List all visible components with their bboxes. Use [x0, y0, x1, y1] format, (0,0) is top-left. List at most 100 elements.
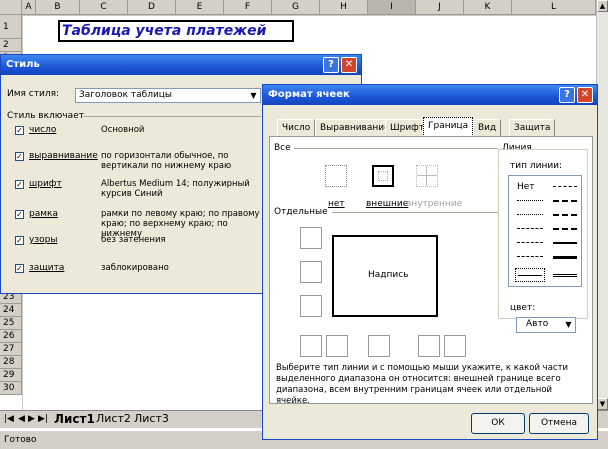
style-dialog-titlebar[interactable]: Стиль — [1, 55, 361, 75]
tab-border[interactable]: Граница — [423, 117, 474, 137]
line-style-option[interactable] — [517, 214, 543, 215]
border-bottom-icon[interactable] — [300, 295, 322, 317]
select-all-corner[interactable] — [0, 0, 22, 15]
preset-none-icon[interactable] — [325, 165, 347, 187]
style-item-label[interactable]: число — [29, 125, 56, 135]
style-item-label[interactable]: защита — [29, 263, 64, 273]
style-item-label[interactable]: выравнивание — [29, 151, 98, 161]
chevron-down-icon[interactable]: ▼ — [247, 89, 260, 102]
all-group-label: Все — [274, 143, 291, 153]
tab-alignment[interactable]: Выравнивание — [315, 119, 395, 136]
column-header-K[interactable]: K — [464, 0, 512, 15]
line-style-option[interactable] — [553, 242, 577, 244]
style-item-label[interactable]: рамка — [29, 209, 58, 219]
ok-button[interactable]: ОК — [471, 413, 525, 434]
style-name-select[interactable]: Заголовок таблицы ▼ — [75, 88, 261, 103]
row-header-24[interactable]: 24 — [0, 304, 22, 317]
sheet-tab-1[interactable]: Лист1 — [52, 412, 97, 427]
line-style-option[interactable] — [553, 186, 577, 187]
border-diagonal-down-icon[interactable] — [444, 335, 466, 357]
line-style-option[interactable] — [553, 228, 577, 230]
sheet-tab-3[interactable]: Лист3 — [132, 412, 171, 427]
style-name-value: Заголовок таблицы — [79, 90, 173, 100]
column-header-E[interactable]: E — [176, 0, 224, 15]
scroll-down-arrow-icon[interactable]: ▼ — [597, 398, 608, 410]
style-item-checkbox[interactable]: ✓ — [15, 152, 24, 161]
row-header-2[interactable]: 2 — [0, 39, 22, 52]
tab-pattern[interactable]: Вид — [473, 119, 502, 136]
tab-number[interactable]: Число — [277, 119, 316, 136]
preset-inside-icon[interactable] — [416, 165, 438, 187]
column-header-I[interactable]: I — [368, 0, 416, 15]
line-style-option[interactable] — [553, 214, 577, 216]
first-sheet-icon[interactable]: |◀ — [4, 414, 14, 424]
line-style-option[interactable] — [517, 256, 543, 257]
style-item-checkbox[interactable]: ✓ — [15, 236, 24, 245]
border-middle-horizontal-icon[interactable] — [300, 261, 322, 283]
column-header-B[interactable]: B — [36, 0, 80, 15]
row-header-26[interactable]: 26 — [0, 330, 22, 343]
close-icon[interactable]: ✕ — [577, 87, 593, 103]
column-header-J[interactable]: J — [416, 0, 464, 15]
line-style-option[interactable] — [517, 228, 543, 229]
next-sheet-icon[interactable]: ▶ — [28, 414, 35, 424]
cancel-button[interactable]: Отмена — [529, 413, 589, 434]
column-header-G[interactable]: G — [272, 0, 320, 15]
border-preview[interactable]: Надпись — [332, 235, 438, 317]
line-style-list[interactable]: Нет — [508, 175, 582, 287]
format-cells-dialog: Формат ячеек ? ✕ Число Выравнивание Шриф… — [262, 84, 598, 440]
border-right-icon[interactable] — [418, 335, 440, 357]
preset-outline-label[interactable]: внешние — [366, 199, 408, 209]
close-icon[interactable]: ✕ — [341, 57, 357, 73]
chevron-down-icon[interactable]: ▼ — [562, 318, 575, 331]
row-header-1[interactable]: 1 — [0, 15, 22, 39]
help-icon[interactable]: ? — [323, 57, 339, 73]
style-item-value: заблокировано — [101, 263, 169, 273]
line-style-option[interactable] — [553, 256, 577, 259]
border-middle-vertical-icon[interactable] — [368, 335, 390, 357]
line-none-label[interactable]: Нет — [517, 182, 535, 192]
preset-outline-icon[interactable] — [372, 165, 394, 187]
preview-text: Надпись — [368, 270, 409, 280]
help-icon[interactable]: ? — [559, 87, 575, 103]
line-style-option[interactable] — [517, 200, 543, 201]
column-header-A[interactable]: A — [22, 0, 36, 15]
style-item-checkbox[interactable]: ✓ — [15, 264, 24, 273]
style-item-checkbox[interactable]: ✓ — [15, 126, 24, 135]
preset-none-label[interactable]: нет — [328, 199, 345, 209]
row-header-28[interactable]: 28 — [0, 356, 22, 369]
border-diagonal-up-icon[interactable] — [300, 335, 322, 357]
style-item-checkbox[interactable]: ✓ — [15, 180, 24, 189]
prev-sheet-icon[interactable]: ◀ — [18, 414, 25, 424]
color-select[interactable]: Авто ▼ — [516, 317, 576, 333]
row-header-29[interactable]: 29 — [0, 369, 22, 382]
border-top-icon[interactable] — [300, 227, 322, 249]
column-header-D[interactable]: D — [128, 0, 176, 15]
row-header-25[interactable]: 25 — [0, 317, 22, 330]
style-name-label: Имя стиля: — [7, 89, 60, 99]
style-item-value: Albertus Medium 14; полужирный курсив Си… — [101, 179, 250, 199]
separate-group-label: Отдельные — [274, 207, 328, 217]
line-style-option[interactable] — [553, 200, 577, 202]
column-header-L[interactable]: L — [512, 0, 596, 15]
line-style-option[interactable] — [517, 242, 543, 243]
tab-protection[interactable]: Защита — [509, 119, 556, 136]
style-item-label[interactable]: шрифт — [29, 179, 62, 189]
scroll-up-arrow-icon[interactable]: ▲ — [597, 0, 608, 12]
style-item-label[interactable]: узоры — [29, 235, 57, 245]
row-header-30[interactable]: 30 — [0, 382, 22, 395]
column-header-C[interactable]: C — [80, 0, 128, 15]
line-type-label: тип линии: — [510, 161, 563, 171]
column-header-H[interactable]: H — [320, 0, 368, 15]
row-header-27[interactable]: 27 — [0, 343, 22, 356]
style-item-checkbox[interactable]: ✓ — [15, 210, 24, 219]
line-style-selected[interactable] — [515, 268, 545, 282]
title-cell[interactable]: Таблица учета платежей — [58, 20, 294, 42]
last-sheet-icon[interactable]: ▶| — [38, 414, 48, 424]
line-style-option[interactable] — [553, 274, 577, 277]
format-dialog-titlebar[interactable]: Формат ячеек — [263, 85, 597, 105]
column-header-F[interactable]: F — [224, 0, 272, 15]
hint-text: Выберите тип линии и с помощью мыши укаж… — [276, 363, 569, 406]
sheet-tab-2[interactable]: Лист2 — [94, 412, 133, 427]
border-left-icon[interactable] — [326, 335, 348, 357]
